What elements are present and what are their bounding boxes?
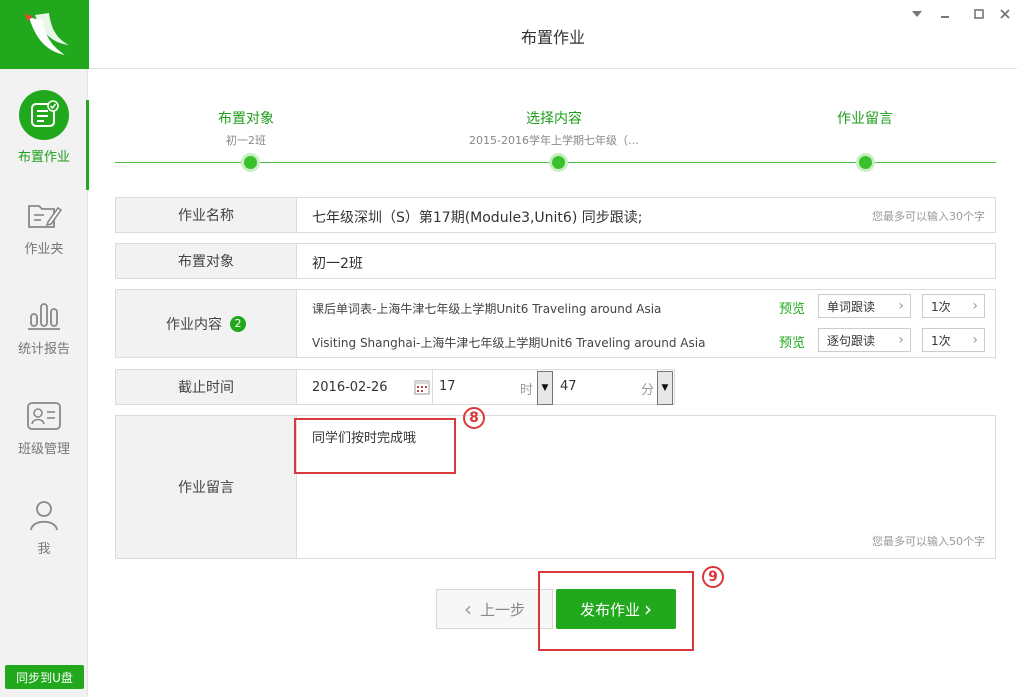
- step-subtitle: 2015-2016学年上学期七年级（…: [469, 134, 639, 147]
- sidebar-item-label: 作业夹: [24, 242, 64, 257]
- content-row: 作业内容 2 课后单词表-上海牛津七年级上学期Unit6 Traveling a…: [115, 289, 996, 358]
- homework-name-hint: 您最多可以输入30个字: [872, 210, 985, 223]
- hour-value: 17: [439, 379, 456, 394]
- sidebar-item-label: 我: [37, 542, 51, 557]
- read-mode-select[interactable]: 单词跟读 ›: [818, 294, 911, 318]
- sidebar-item-report[interactable]: 统计报告: [0, 300, 88, 390]
- chevron-right-icon: ›: [898, 332, 904, 348]
- bird-logo-icon: [24, 12, 69, 55]
- minimize-icon[interactable]: [937, 6, 953, 22]
- folder-edit-icon: [28, 205, 62, 228]
- annotation-marker-9: 9: [702, 566, 724, 588]
- times-select[interactable]: 1次 ›: [922, 294, 985, 318]
- content-label-cell: 作业内容 2: [116, 290, 297, 357]
- homework-name-input[interactable]: 七年级深圳（S）第17期(Module3,Unit6) 同步跟读;: [312, 207, 642, 227]
- step-dot: [244, 156, 257, 169]
- step-dot: [552, 156, 565, 169]
- title-bar: 布置作业: [89, 0, 1017, 69]
- sidebar-item-class[interactable]: 班级管理: [0, 400, 88, 490]
- sidebar-item-folder[interactable]: 作业夹: [0, 200, 88, 290]
- target-label: 布置对象: [116, 244, 297, 278]
- target-row: 布置对象 初一2班: [115, 243, 996, 279]
- content-item-text: Visiting Shanghai-上海牛津七年级上学期Unit6 Travel…: [312, 336, 706, 350]
- preview-link[interactable]: 预览: [779, 298, 805, 317]
- times-label: 1次: [931, 299, 951, 314]
- minute-value: 47: [560, 379, 577, 394]
- prev-step-button[interactable]: ‹ 上一步: [436, 589, 553, 629]
- times-label: 1次: [931, 333, 951, 348]
- homework-name-label: 作业名称: [116, 198, 297, 232]
- sidebar-item-me[interactable]: 我: [0, 498, 88, 588]
- step-dot: [859, 156, 872, 169]
- deadline-row: 截止时间 2016-02-26 17 时 ▼ 47 分 ▼: [115, 369, 675, 405]
- read-mode-label: 逐句跟读: [827, 333, 876, 348]
- hour-field[interactable]: 17 时: [432, 370, 537, 404]
- class-card-icon: [27, 402, 61, 430]
- chevron-right-icon: ›: [972, 298, 978, 314]
- hour-dropdown-icon[interactable]: ▼: [537, 371, 553, 405]
- dropdown-icon[interactable]: [909, 6, 925, 22]
- step-target: 布置对象 初一2班: [116, 108, 376, 148]
- app-logo: [0, 0, 89, 69]
- annotation-box-9: [538, 571, 694, 651]
- step-title: 作业留言: [837, 111, 893, 127]
- hour-unit: 时: [519, 383, 533, 398]
- annotation-box-8: [294, 418, 456, 474]
- step-message: 作业留言: [735, 108, 995, 132]
- target-value: 初一2班: [312, 256, 363, 272]
- sidebar-item-label: 班级管理: [17, 442, 70, 457]
- step-indicator: 布置对象 初一2班 选择内容 2015-2016学年上学期七年级（… 作业留言: [115, 100, 996, 170]
- close-icon[interactable]: [997, 6, 1013, 22]
- homework-name-row: 作业名称 七年级深圳（S）第17期(Module3,Unit6) 同步跟读; 您…: [115, 197, 996, 233]
- maximize-icon[interactable]: [971, 6, 987, 22]
- deadline-date-value: 2016-02-26: [312, 379, 388, 395]
- content-item-text: 课后单词表-上海牛津七年级上学期Unit6 Traveling around A…: [312, 302, 662, 316]
- step-title: 布置对象: [218, 111, 274, 127]
- assign-homework-icon: [19, 90, 69, 140]
- annotation-marker-8: 8: [463, 407, 485, 429]
- sidebar-item-label: 统计报告: [17, 342, 70, 357]
- message-hint: 您最多可以输入50个字: [872, 535, 985, 548]
- window-title: 布置作业: [520, 28, 585, 47]
- times-select[interactable]: 1次 ›: [922, 328, 985, 352]
- chevron-left-icon: ‹: [463, 597, 472, 621]
- step-title: 选择内容: [526, 111, 582, 127]
- content-count-badge: 2: [230, 315, 246, 332]
- sidebar-item-assign[interactable]: 布置作业: [0, 90, 89, 190]
- minute-field[interactable]: 47 分: [554, 370, 658, 404]
- message-label: 作业留言: [116, 416, 297, 558]
- sidebar: 布置作业 作业夹 统计报告 班级管理 我 同步到U盘: [0, 0, 89, 697]
- read-mode-label: 单词跟读: [827, 299, 876, 314]
- minute-unit: 分: [640, 383, 654, 398]
- step-subtitle: 初一2班: [226, 134, 266, 147]
- minute-dropdown-icon[interactable]: ▼: [657, 371, 673, 405]
- chevron-right-icon: ›: [898, 298, 904, 314]
- step-content: 选择内容 2015-2016学年上学期七年级（…: [424, 108, 684, 148]
- content-label: 作业内容: [166, 316, 222, 333]
- sync-to-usb-button[interactable]: 同步到U盘: [5, 665, 84, 689]
- bar-chart-icon: [28, 303, 60, 330]
- calendar-icon[interactable]: [414, 379, 430, 399]
- preview-link[interactable]: 预览: [779, 332, 805, 351]
- deadline-label: 截止时间: [116, 370, 297, 404]
- chevron-right-icon: ›: [972, 332, 978, 348]
- sidebar-item-label: 布置作业: [17, 150, 70, 165]
- read-mode-select[interactable]: 逐句跟读 ›: [818, 328, 911, 352]
- message-row: 作业留言 同学们按时完成哦 您最多可以输入50个字: [115, 415, 996, 559]
- prev-step-label: 上一步: [479, 600, 525, 619]
- user-icon: [30, 501, 58, 531]
